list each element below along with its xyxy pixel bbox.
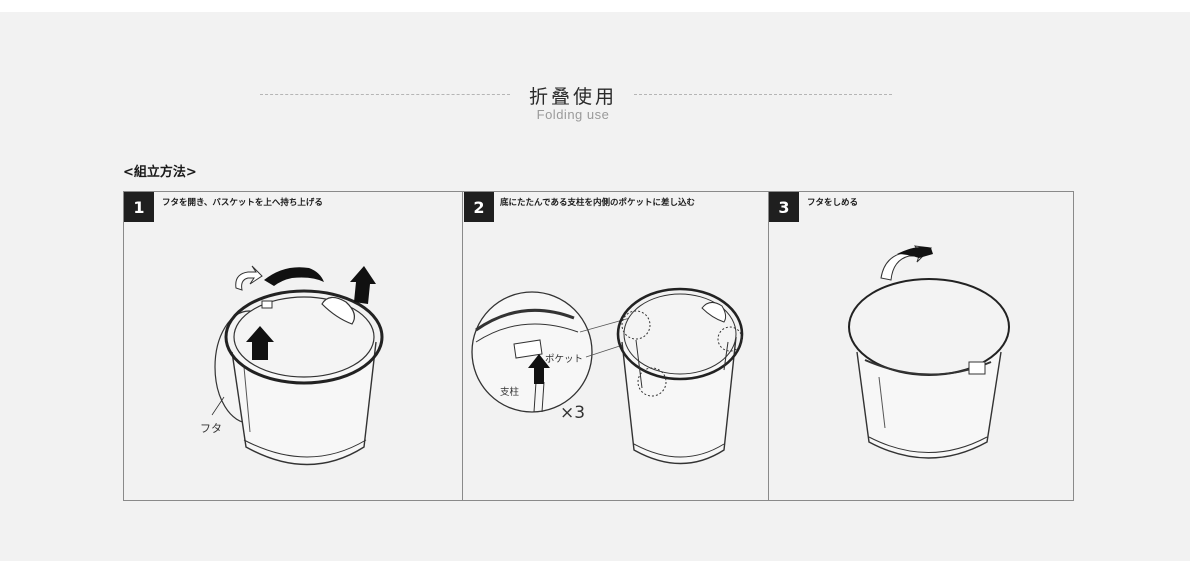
up-arrow-icon	[350, 266, 376, 304]
heading-subtitle: Folding use	[536, 107, 610, 122]
post-label: 支柱	[500, 386, 520, 398]
assembly-steps: 1 フタを開き、バスケットを上へ持ち上げる フタ 2 底にたたんである支柱を内側…	[123, 191, 1074, 501]
dashed-divider-right	[634, 94, 892, 95]
step-2-illustration: ポケット 支柱 ×3	[471, 287, 744, 465]
page-background: 折叠使用 Folding use <組立方法> 1 フタを開き、バスケットを上へ…	[0, 12, 1190, 561]
lid-label: フタ	[200, 422, 222, 435]
section-heading: 折叠使用 Folding use	[260, 72, 892, 124]
dashed-divider-left	[260, 94, 510, 95]
step-3-illustration	[848, 245, 1010, 459]
pocket-label: ポケット	[545, 354, 583, 365]
heading-title: 折叠使用	[528, 86, 617, 108]
step-panel-3: 3 フタをしめる	[769, 192, 1074, 500]
rotate-arrow-icon	[235, 265, 324, 291]
step-panel-1: 1 フタを開き、バスケットを上へ持ち上げる フタ	[124, 192, 463, 500]
rotate-arrow-icon	[880, 245, 933, 281]
quantity-label: ×3	[560, 403, 585, 423]
assembly-method-label: <組立方法>	[123, 165, 197, 180]
step-panel-2: 2 底にたたんである支柱を内側のポケットに差し込む ポケット 支柱 ×3	[462, 192, 769, 500]
step-1-illustration: フタ	[200, 265, 384, 466]
